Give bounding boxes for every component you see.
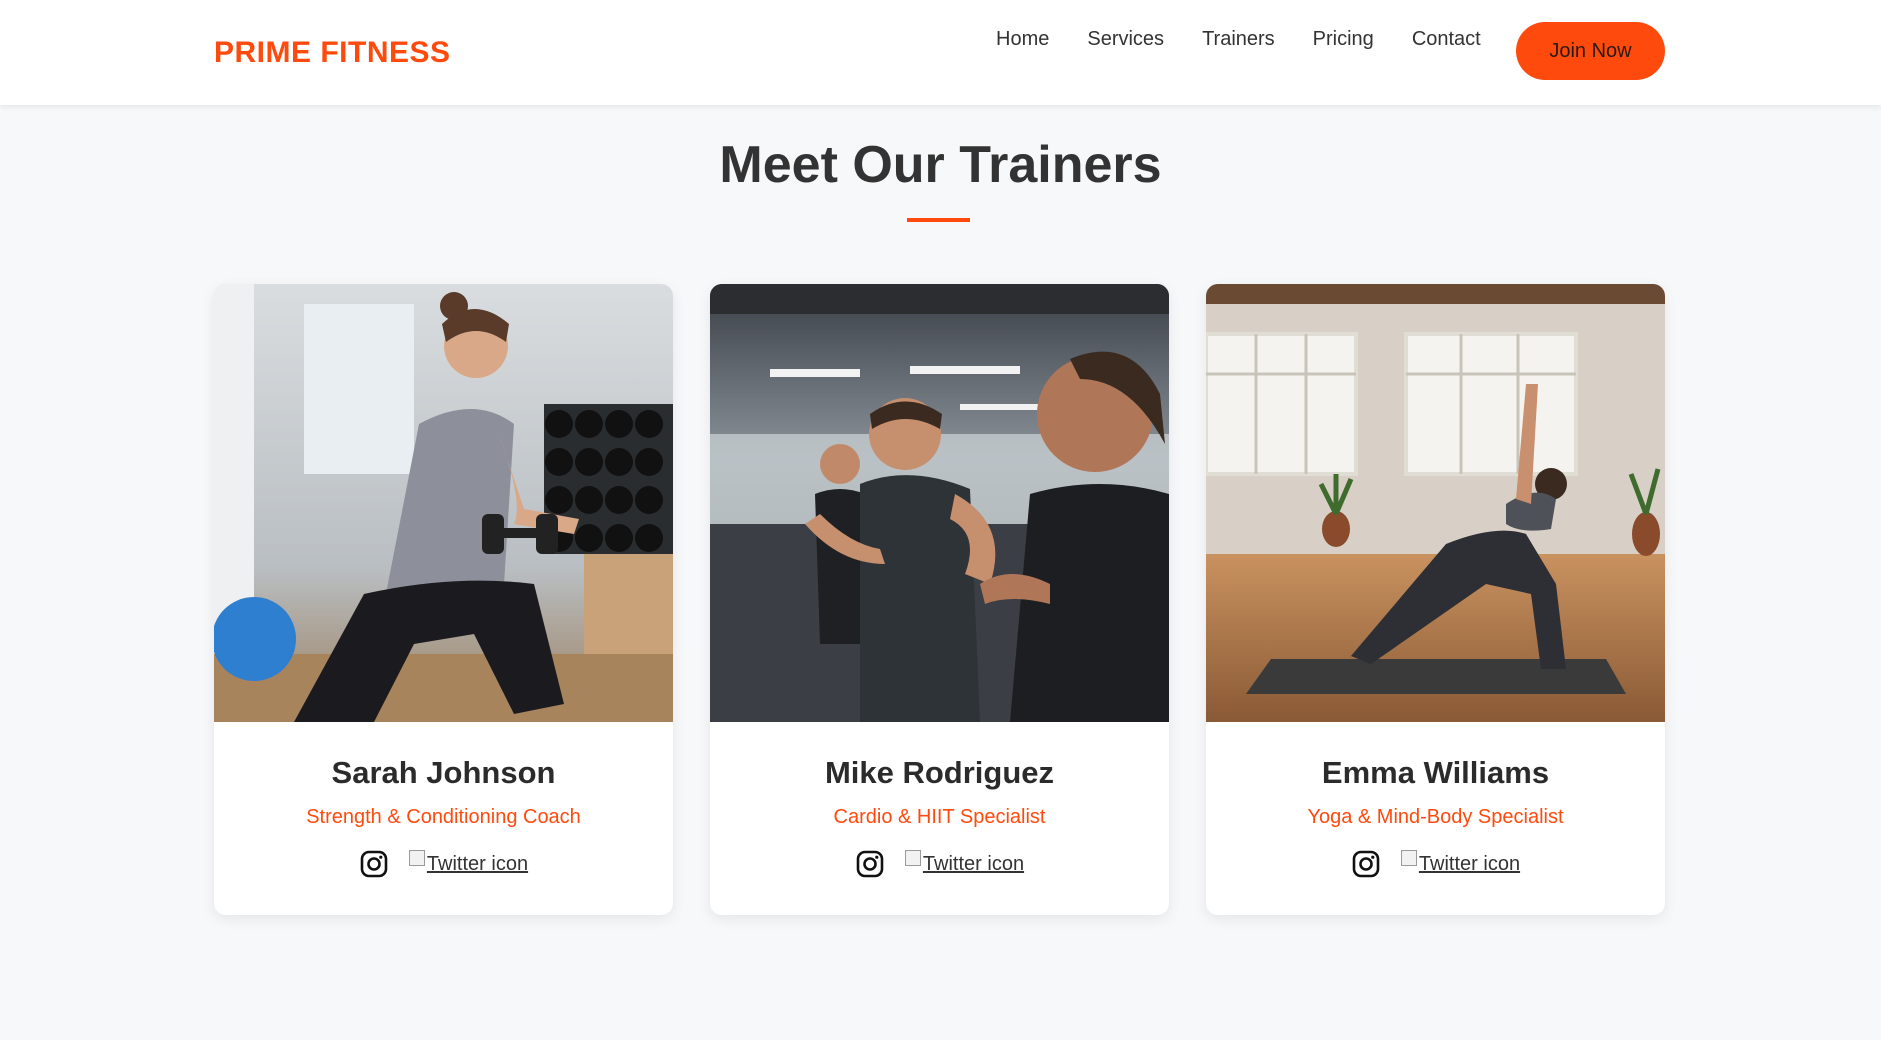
trainer-photo-emma	[1206, 284, 1665, 722]
twitter-link[interactable]: Twitter icon	[408, 850, 529, 876]
trainer-role: Strength & Conditioning Coach	[306, 806, 581, 828]
trainer-role: Yoga & Mind-Body Specialist	[1307, 806, 1564, 828]
trainer-social-links: Twitter icon	[214, 849, 673, 879]
nav-link-services[interactable]: Services	[1087, 28, 1164, 51]
broken-image-icon	[408, 850, 425, 866]
broken-image-icon	[904, 850, 921, 866]
main-nav: Home Services Trainers Pricing Contact	[996, 28, 1519, 51]
title-underline	[907, 218, 970, 222]
twitter-icon-alt: Twitter icon	[426, 852, 529, 875]
nav-link-home[interactable]: Home	[996, 28, 1049, 51]
site-header: PRIME FITNESS Home Services Trainers Pri…	[0, 0, 1881, 105]
nav-link-trainers[interactable]: Trainers	[1202, 28, 1275, 51]
page-bottom	[0, 1040, 1881, 1046]
twitter-link[interactable]: Twitter icon	[904, 850, 1025, 876]
instagram-icon[interactable]	[1351, 849, 1381, 879]
brand-logo[interactable]: PRIME FITNESS	[214, 36, 451, 70]
trainer-photo-mike	[710, 284, 1169, 722]
section-title: Meet Our Trainers	[719, 136, 1162, 194]
join-now-button[interactable]: Join Now	[1516, 22, 1665, 80]
trainer-card-emma: Emma Williams Yoga & Mind-Body Specialis…	[1206, 284, 1665, 915]
twitter-icon-alt: Twitter icon	[922, 852, 1025, 875]
trainer-photo-emma-image	[1206, 284, 1665, 722]
twitter-icon-alt: Twitter icon	[1418, 852, 1521, 875]
trainer-name: Emma Williams	[1321, 755, 1550, 790]
instagram-icon[interactable]	[855, 849, 885, 879]
trainer-name: Mike Rodriguez	[824, 755, 1055, 790]
broken-image-icon	[1400, 850, 1417, 866]
nav-link-contact[interactable]: Contact	[1412, 28, 1481, 51]
trainer-photo-sarah-image	[214, 284, 673, 722]
trainer-role: Cardio & HIIT Specialist	[833, 806, 1046, 828]
twitter-link[interactable]: Twitter icon	[1400, 850, 1521, 876]
trainer-social-links: Twitter icon	[1206, 849, 1665, 879]
trainer-name: Sarah Johnson	[331, 755, 556, 790]
trainer-card-mike: Mike Rodriguez Cardio & HIIT Specialist …	[710, 284, 1169, 915]
trainer-photo-sarah	[214, 284, 673, 722]
nav-link-pricing[interactable]: Pricing	[1313, 28, 1374, 51]
trainer-social-links: Twitter icon	[710, 849, 1169, 879]
trainers-section: Meet Our Trainers Sarah Johnson Strength…	[0, 105, 1881, 1040]
trainer-card-sarah: Sarah Johnson Strength & Conditioning Co…	[214, 284, 673, 915]
trainer-photo-mike-image	[710, 284, 1169, 722]
instagram-icon[interactable]	[359, 849, 389, 879]
